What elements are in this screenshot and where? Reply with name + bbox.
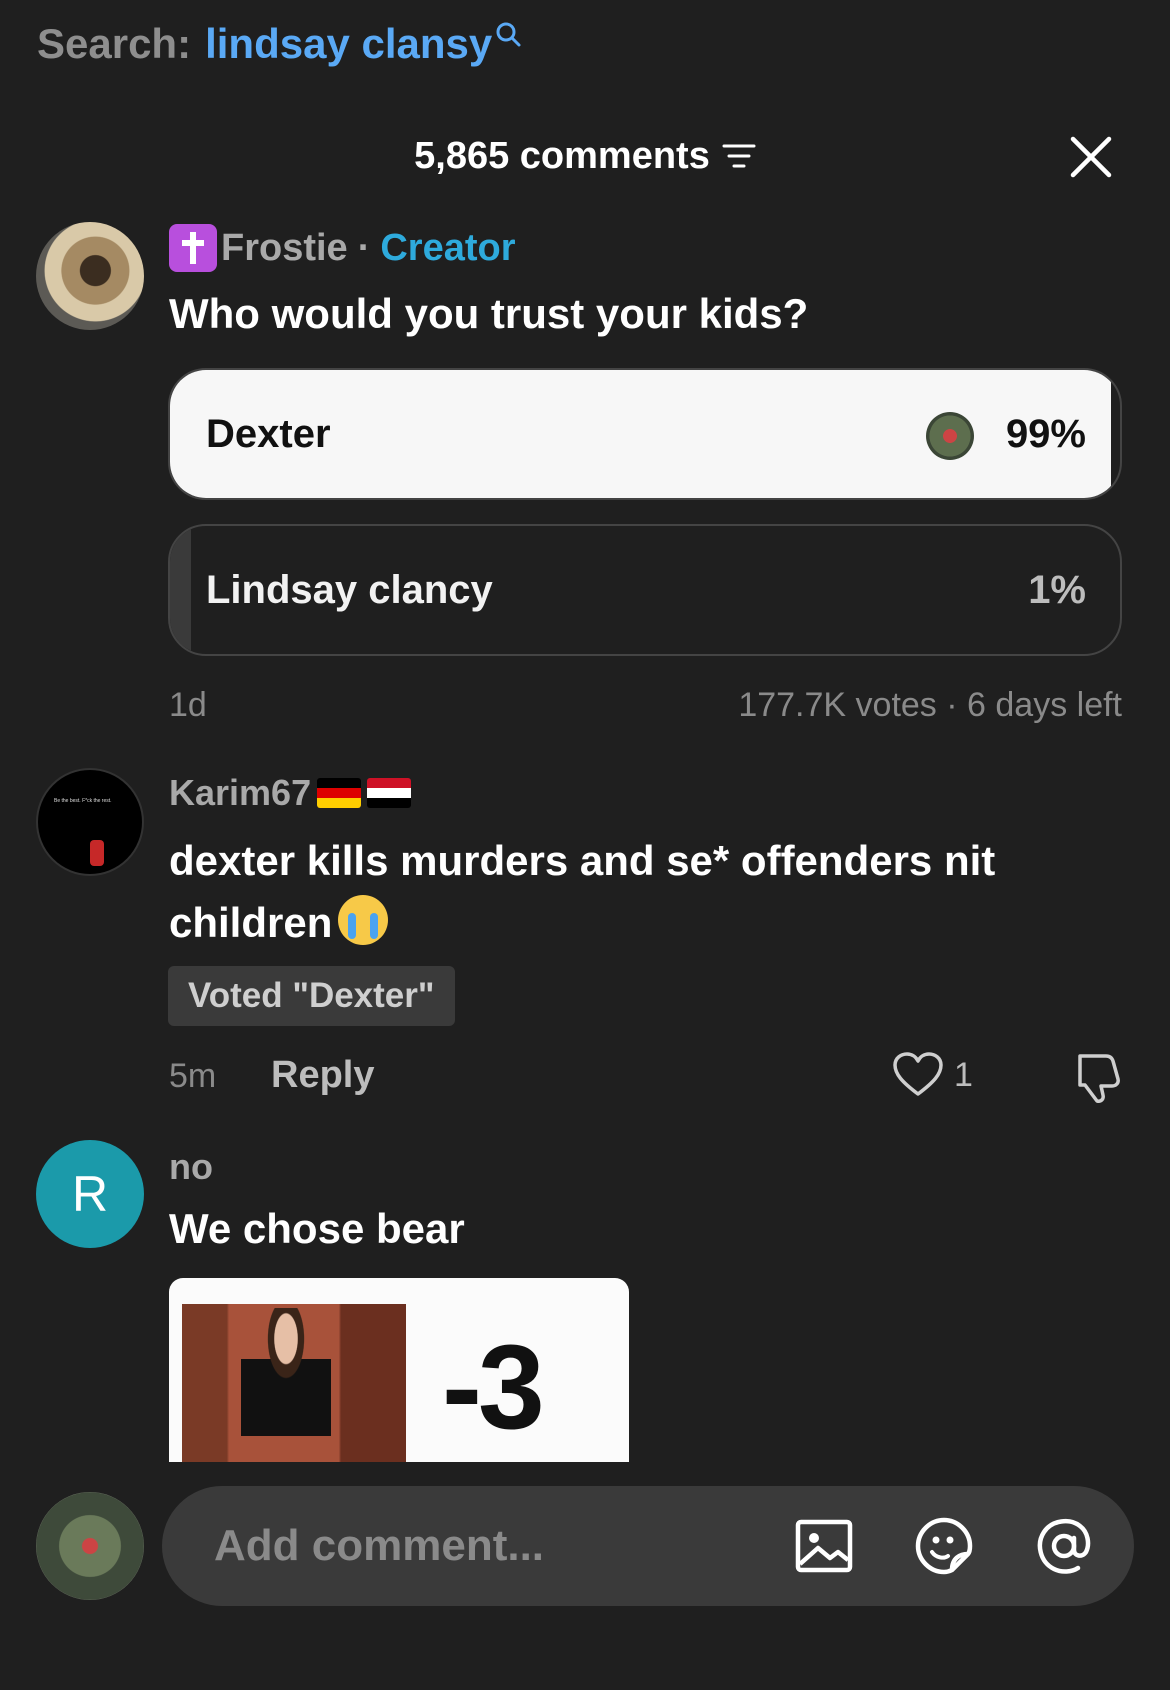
attachment-person — [241, 1308, 331, 1436]
filter-icon[interactable] — [722, 141, 756, 171]
comment-count: 5,865 comments — [414, 134, 710, 177]
comments-header: 5,865 comments — [0, 130, 1170, 182]
comment-text: Who would you trust your kids? — [169, 290, 809, 337]
comment-age: 1d — [169, 686, 207, 724]
comment-placeholder[interactable]: Add comment... — [214, 1486, 544, 1606]
avatar-karim67[interactable]: Be the best. F*ck the rest. — [36, 768, 144, 876]
germany-flag-icon — [317, 778, 362, 808]
search-bar[interactable]: Search: lindsay clansy — [37, 16, 522, 72]
poll-option-lindsay[interactable]: Lindsay clancy 1% — [168, 524, 1122, 656]
search-label: Search: — [37, 20, 192, 67]
poll-option-dexter[interactable]: Dexter 99% — [168, 368, 1122, 500]
reply-button[interactable]: Reply — [271, 1054, 374, 1097]
voted-tag: Voted "Dexter" — [168, 966, 455, 1026]
comment-image-attachment[interactable]: -3 — [169, 1278, 629, 1462]
creator-badge: Creator — [380, 226, 516, 269]
comment-text: dexter kills murders and se* offenders n… — [169, 830, 1109, 954]
avatar-caption: Be the best. F*ck the rest. — [54, 798, 112, 804]
comment-time: 5m — [169, 1057, 217, 1095]
image-icon[interactable] — [792, 1514, 856, 1578]
avatar-frostie[interactable] — [36, 222, 144, 330]
username[interactable]: no — [169, 1146, 213, 1188]
poll-option-percent: 99% — [1005, 411, 1086, 456]
avatar-no[interactable]: R — [36, 1140, 144, 1248]
comment-input[interactable]: Add comment... — [162, 1486, 1134, 1606]
like-button[interactable]: 1 — [892, 1052, 973, 1098]
username[interactable]: Karim67 — [169, 772, 311, 814]
heart-icon[interactable] — [892, 1052, 944, 1098]
voter-avatar — [926, 412, 974, 460]
search-query[interactable]: lindsay clansy — [205, 20, 492, 68]
attachment-number: -3 — [442, 1320, 545, 1454]
mention-icon[interactable] — [1032, 1514, 1096, 1578]
search-icon[interactable] — [494, 20, 522, 48]
comment-text: We chose bear — [169, 1205, 465, 1252]
sticker-icon[interactable] — [912, 1514, 976, 1578]
poll-fill — [170, 526, 191, 654]
poll-option-label: Lindsay clancy — [206, 567, 493, 612]
like-count: 1 — [954, 1055, 973, 1094]
close-icon[interactable] — [1068, 134, 1114, 180]
poll-option-percent: 1% — [1028, 567, 1086, 612]
comment-text-body: dexter kills murders and se* offenders n… — [169, 837, 996, 946]
egypt-flag-icon — [367, 778, 412, 808]
cross-icon — [169, 224, 217, 272]
username[interactable]: Frostie — [221, 227, 348, 270]
separator: · — [357, 226, 371, 269]
avatar-initial: R — [71, 1166, 109, 1222]
comment-author[interactable]: Frostie · Creator — [169, 224, 516, 272]
poll-option-label: Dexter — [206, 411, 331, 456]
poll-stats: 177.7K votes · 6 days left — [738, 686, 1122, 724]
dislike-icon[interactable] — [1070, 1052, 1124, 1104]
avatar-figure — [90, 840, 104, 866]
comment-author[interactable]: Karim67 — [169, 770, 412, 816]
current-user-avatar[interactable] — [36, 1492, 144, 1600]
crying-emoji-icon — [338, 895, 389, 945]
